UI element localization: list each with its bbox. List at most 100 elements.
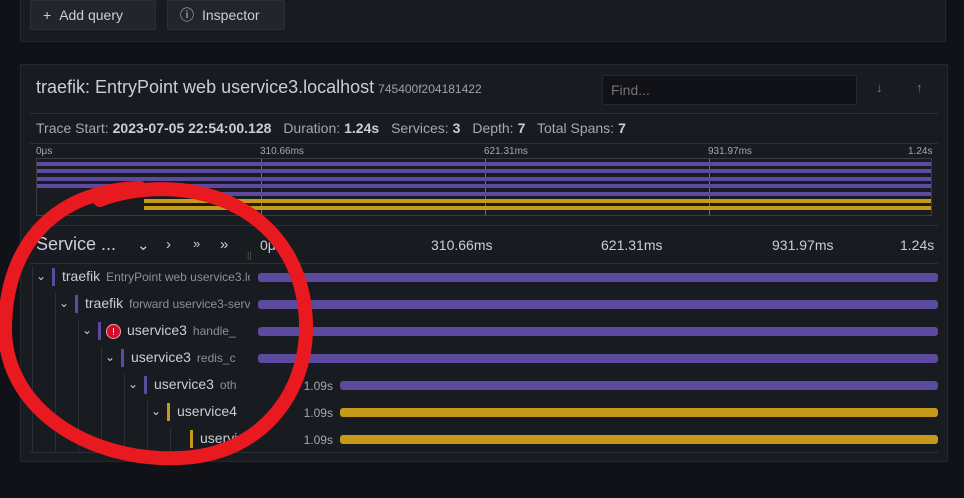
span-service-name: uservice3 <box>154 376 214 392</box>
arrow-up-icon[interactable]: ↑ <box>916 80 923 95</box>
double-chevron-right-icon[interactable]: » <box>220 236 228 253</box>
span-name[interactable]: uservice3 oth <box>154 376 250 394</box>
minimap-tick: 621.31ms <box>484 146 528 157</box>
tree-guide-line <box>32 266 33 452</box>
chevron-down-icon[interactable]: ⌄ <box>128 377 138 391</box>
span-bar[interactable] <box>258 300 938 309</box>
span-duration-label: 1.09s <box>303 379 333 393</box>
span-operation-name: forward uservice3-service@file <box>129 297 250 311</box>
minimap-tick: 310.66ms <box>260 146 304 157</box>
total-spans-value: 7 <box>618 120 626 136</box>
span-name[interactable]: uservice3 redis_c <box>131 349 250 367</box>
minimap-span-bar <box>144 191 931 196</box>
span-service-name: uservice4 <box>177 403 237 419</box>
timeline-tick: 621.31ms <box>601 237 663 253</box>
span-bar[interactable] <box>339 408 938 417</box>
span-name[interactable]: uservic <box>200 430 250 448</box>
divider <box>30 113 938 114</box>
plus-icon: + <box>43 7 52 23</box>
minimap-span-bar <box>37 169 931 174</box>
trace-minimap[interactable] <box>36 158 932 216</box>
add-query-label: Add query <box>59 7 124 23</box>
span-service-name: traefik <box>85 295 124 311</box>
chevron-right-icon[interactable]: › <box>166 236 171 253</box>
duration-label: Duration: <box>283 120 341 136</box>
span-operation-name: handle_ <box>192 324 236 338</box>
span-name[interactable]: uservice4 <box>177 403 250 421</box>
minimap-span-bar <box>37 184 931 189</box>
divider <box>30 452 938 453</box>
service-color-marker <box>190 430 193 448</box>
chevron-down-icon[interactable]: ⌄ <box>82 323 92 337</box>
depth-label: Depth: <box>472 120 514 136</box>
chevron-down-icon[interactable]: ⌄ <box>59 296 69 310</box>
divider <box>30 143 938 144</box>
tree-guide-line <box>78 320 79 452</box>
minimap-span-bar <box>37 176 931 181</box>
find-input[interactable] <box>602 75 857 105</box>
add-query-button[interactable]: + Add query <box>30 0 156 30</box>
service-color-marker <box>121 349 124 367</box>
span-bar[interactable] <box>339 435 938 444</box>
span-name[interactable]: traefik EntryPoint web uservice3.localhos… <box>62 268 250 286</box>
span-duration-label: 1.09s <box>303 433 333 447</box>
chevron-down-icon[interactable]: ⌄ <box>36 269 46 283</box>
duration-value: 1.24s <box>344 120 380 136</box>
span-name[interactable]: uservice3 handle_ <box>127 322 250 340</box>
trace-start-label: Trace Start: <box>36 120 109 136</box>
depth-value: 7 <box>517 120 526 136</box>
trace-title: traefik: EntryPoint web uservice3.localh… <box>36 77 482 98</box>
chevron-down-icon[interactable]: ⌄ <box>151 404 161 418</box>
chevron-down-icon[interactable]: ⌄ <box>137 236 150 254</box>
minimap-tick: 1.24s <box>908 146 933 157</box>
trace-start-value: 2023-07-05 22:54:00.128 <box>112 120 272 136</box>
timeline-tick: 0μs <box>260 237 283 253</box>
span-service-name: uservice3 <box>127 322 187 338</box>
minimap-span-bar <box>37 162 931 166</box>
tree-guide-line <box>55 293 56 452</box>
span-duration-label: 1.09s <box>303 406 333 420</box>
span-bar[interactable] <box>258 327 938 336</box>
services-label: Services: <box>391 120 449 136</box>
trace-title-text: traefik: EntryPoint web uservice3.localh… <box>36 77 375 97</box>
service-color-marker <box>52 268 55 286</box>
timeline-tick: 931.97ms <box>772 237 834 253</box>
timeline-tick: 1.24s <box>900 237 935 253</box>
minimap-tick: 0μs <box>36 146 53 157</box>
tree-guide-line <box>147 401 148 452</box>
minimap-span-bar <box>144 206 931 211</box>
chevron-down-icon[interactable]: ⌄ <box>105 350 115 364</box>
query-toolbar: + Add query ⓘ Inspector <box>20 0 946 42</box>
service-color-marker <box>98 322 101 340</box>
double-chevron-down-icon[interactable]: » <box>193 236 200 251</box>
service-color-marker <box>167 403 170 421</box>
span-service-name: uservice3 <box>131 349 191 365</box>
resize-handle[interactable]: || <box>247 250 252 260</box>
info-icon: ⓘ <box>180 7 194 23</box>
services-value: 3 <box>452 120 461 136</box>
span-name[interactable]: traefik forward uservice3-service@file <box>85 295 250 313</box>
minimap-tick: 931.97ms <box>708 146 752 157</box>
span-service-name: traefik <box>62 268 101 284</box>
minimap-span-bar <box>144 199 931 203</box>
span-bar[interactable] <box>258 273 938 282</box>
arrow-down-icon[interactable]: ↓ <box>876 80 883 95</box>
divider <box>30 225 938 226</box>
service-color-marker <box>75 295 78 313</box>
tree-guide-line <box>170 428 171 452</box>
inspector-label: Inspector <box>202 7 260 23</box>
span-operation-name: redis_c <box>196 351 236 365</box>
inspector-button[interactable]: ⓘ Inspector <box>167 0 285 30</box>
span-operation-name: oth <box>219 378 237 392</box>
timeline-tick: 310.66ms <box>431 237 493 253</box>
divider <box>30 263 938 264</box>
trace-id: 745400f204181422 <box>378 82 482 96</box>
span-service-name: uservic <box>200 430 245 446</box>
span-bar[interactable] <box>339 381 938 390</box>
trace-meta: Trace Start: 2023-07-05 22:54:00.128 Dura… <box>36 120 634 136</box>
span-bar[interactable] <box>258 354 938 363</box>
total-spans-label: Total Spans: <box>537 120 615 136</box>
error-icon: ! <box>106 324 121 339</box>
span-operation-name: EntryPoint web uservice3.localhost <box>106 270 250 284</box>
service-column-header[interactable]: Service ... <box>36 234 116 255</box>
